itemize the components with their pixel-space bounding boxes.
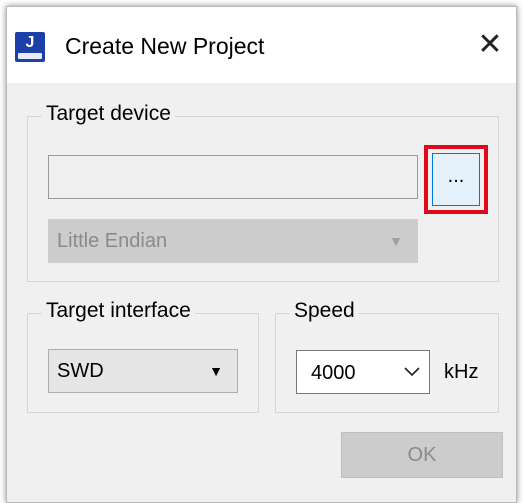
endian-value: Little Endian [57, 230, 168, 252]
dropdown-arrow-icon: ▼ [209, 363, 223, 379]
speed-combobox[interactable]: 4000 [296, 350, 430, 394]
chevron-down-icon: ▼ [389, 233, 403, 249]
speed-value: 4000 [311, 362, 356, 384]
target-interface-select[interactable]: SWD ▼ [48, 349, 238, 393]
target-device-label: Target device [42, 102, 175, 126]
j-link-app-icon: J [15, 32, 45, 62]
ok-button: OK [341, 432, 503, 478]
target-device-field[interactable] [48, 155, 418, 199]
dialog-title: Create New Project [65, 33, 265, 59]
speed-unit-label: kHz [444, 361, 479, 383]
target-interface-label: Target interface [42, 299, 195, 323]
browse-device-button[interactable]: ... [432, 153, 480, 206]
interface-value: SWD [57, 360, 104, 382]
chevron-down-icon[interactable] [395, 351, 429, 393]
title-bar[interactable]: J Create New Project ✕ [7, 7, 516, 83]
speed-label: Speed [290, 299, 359, 323]
endian-select: Little Endian ▼ [48, 219, 418, 263]
close-button[interactable]: ✕ [474, 29, 506, 61]
